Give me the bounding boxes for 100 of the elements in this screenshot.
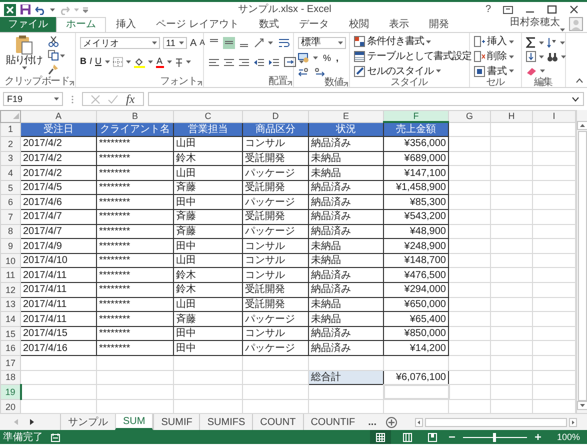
page-break-view-icon[interactable] bbox=[428, 432, 437, 442]
normal-view-icon[interactable] bbox=[376, 432, 385, 442]
caret-icon[interactable] bbox=[268, 41, 273, 45]
table-cell[interactable]: 納品済み bbox=[308, 136, 384, 152]
table-cell[interactable]: 鈴木 bbox=[174, 268, 242, 283]
add-sheet-icon[interactable] bbox=[386, 416, 398, 428]
column-title[interactable]: 受注日 bbox=[20, 122, 96, 137]
column-header[interactable]: B bbox=[96, 110, 174, 122]
zoom-slider-thumb[interactable] bbox=[493, 432, 496, 442]
caret-icon[interactable] bbox=[539, 54, 544, 59]
table-cell[interactable]: ¥850,000 bbox=[384, 326, 448, 341]
column-header[interactable]: D bbox=[242, 110, 308, 122]
scroll-left-icon[interactable] bbox=[415, 418, 424, 426]
table-cell[interactable]: 2017/4/11 bbox=[20, 312, 96, 326]
table-cell[interactable]: 2017/4/7 bbox=[20, 224, 96, 239]
ribbon-tab[interactable]: ページ レイアウト bbox=[146, 17, 249, 32]
row-header[interactable]: 18 bbox=[0, 370, 20, 385]
table-cell[interactable]: パッケージ bbox=[242, 166, 308, 180]
collapse-ribbon-icon[interactable] bbox=[576, 78, 583, 83]
font-size-dropdown[interactable]: 11 bbox=[163, 37, 187, 49]
table-cell[interactable]: 未納品 bbox=[308, 297, 384, 312]
table-cell[interactable]: 納品済み bbox=[308, 180, 384, 195]
caret-icon[interactable] bbox=[186, 60, 191, 64]
caret-icon[interactable] bbox=[426, 40, 431, 44]
ribbon-tab[interactable]: データ bbox=[288, 17, 339, 32]
shrink-font-button[interactable]: A bbox=[200, 38, 206, 48]
decrease-indent-icon[interactable] bbox=[253, 56, 265, 68]
align-center-icon[interactable] bbox=[223, 56, 235, 68]
style-menu-button[interactable]: セルのスタイル bbox=[367, 66, 434, 77]
row-header[interactable]: 19 bbox=[0, 384, 20, 400]
table-cell[interactable]: 2017/4/16 bbox=[20, 340, 96, 356]
table-cell[interactable]: 2017/4/2 bbox=[20, 166, 96, 180]
paste-button[interactable]: 貼り付け bbox=[6, 55, 42, 66]
table-cell[interactable]: ¥14,200 bbox=[384, 340, 448, 356]
borders-icon[interactable] bbox=[112, 57, 123, 67]
cells-menu-button[interactable]: 挿入 bbox=[487, 36, 507, 48]
bold-button[interactable]: B bbox=[80, 55, 86, 69]
zoom-out-icon[interactable] bbox=[448, 434, 455, 440]
orientation-icon[interactable] bbox=[253, 37, 265, 49]
horizontal-scrollbar-thumb[interactable] bbox=[425, 418, 567, 426]
row-header[interactable]: 15 bbox=[0, 326, 20, 341]
caret-icon[interactable] bbox=[148, 60, 153, 64]
zoom-level[interactable]: 100% bbox=[556, 432, 580, 442]
decrease-decimal-icon[interactable] bbox=[313, 66, 325, 76]
sheet-tab[interactable]: SUM bbox=[115, 414, 154, 430]
table-cell[interactable]: ******** bbox=[96, 282, 174, 298]
table-cell[interactable]: 山田 bbox=[174, 253, 242, 268]
more-sheets-button[interactable]: ... bbox=[362, 414, 382, 430]
caret-icon[interactable] bbox=[152, 41, 157, 45]
table-cell[interactable]: 受託開発 bbox=[242, 151, 308, 166]
font-name-dropdown[interactable]: メイリオ bbox=[80, 37, 160, 49]
table-cell[interactable]: ******** bbox=[96, 268, 174, 283]
table-cell[interactable]: パッケージ bbox=[242, 194, 308, 210]
ribbon-tab[interactable]: 開発 bbox=[418, 17, 459, 32]
table-cell[interactable]: 田中 bbox=[174, 340, 242, 356]
italic-button[interactable]: I bbox=[90, 55, 92, 69]
table-cell[interactable]: 納品済み bbox=[308, 194, 384, 210]
close-icon[interactable] bbox=[569, 5, 579, 14]
font-color-button[interactable]: A bbox=[156, 56, 164, 68]
column-header[interactable]: A bbox=[20, 110, 96, 122]
table-cell[interactable]: 2017/4/10 bbox=[20, 253, 96, 268]
dialog-launcher-icon[interactable] bbox=[343, 82, 348, 87]
dialog-launcher-icon[interactable] bbox=[197, 81, 202, 86]
table-cell[interactable]: 未納品 bbox=[308, 253, 384, 268]
table-cell[interactable]: 納品済み bbox=[308, 326, 384, 341]
table-cell[interactable]: 山田 bbox=[174, 166, 242, 180]
row-header[interactable]: 10 bbox=[0, 253, 20, 268]
copy-icon[interactable] bbox=[48, 50, 59, 61]
table-cell[interactable]: ¥248,900 bbox=[384, 238, 448, 254]
table-cell[interactable]: ******** bbox=[96, 194, 174, 210]
increase-indent-icon[interactable] bbox=[268, 56, 280, 68]
table-cell[interactable]: ¥650,000 bbox=[384, 297, 448, 312]
caret-icon[interactable] bbox=[22, 66, 26, 70]
expand-icon[interactable] bbox=[572, 96, 579, 102]
table-cell[interactable]: 山田 bbox=[174, 136, 242, 152]
dialog-launcher-icon[interactable] bbox=[69, 81, 74, 86]
table-cell[interactable]: 斉藤 bbox=[174, 312, 242, 326]
ribbon-tab[interactable]: 挿入 bbox=[106, 17, 146, 32]
table-cell[interactable]: 山田 bbox=[174, 297, 242, 312]
style-menu-button[interactable]: テーブルとして書式設定 bbox=[367, 51, 472, 62]
caret-icon[interactable] bbox=[313, 56, 318, 60]
table-cell[interactable]: 2017/4/5 bbox=[20, 180, 96, 195]
table-cell[interactable]: 2017/4/9 bbox=[20, 238, 96, 254]
ribbon-tab[interactable]: 表示 bbox=[378, 17, 419, 32]
table-cell[interactable]: ******** bbox=[96, 224, 174, 239]
table-cell[interactable]: 鈴木 bbox=[174, 282, 242, 298]
cells-menu-button[interactable]: 削除 bbox=[487, 51, 507, 62]
caret-icon[interactable] bbox=[166, 60, 172, 64]
undo-icon[interactable] bbox=[35, 4, 46, 14]
table-cell[interactable]: 2017/4/11 bbox=[20, 297, 96, 312]
wrap-text-icon[interactable] bbox=[278, 37, 290, 49]
style-menu-button[interactable]: 条件付き書式 bbox=[367, 36, 424, 48]
column-title[interactable]: クライアント名 bbox=[96, 122, 174, 137]
table-cell[interactable]: 2017/4/2 bbox=[20, 136, 96, 152]
underline-button[interactable]: U bbox=[95, 55, 102, 69]
row-header[interactable]: 17 bbox=[0, 356, 20, 370]
scroll-down-icon[interactable] bbox=[577, 401, 587, 410]
row-header[interactable]: 6 bbox=[0, 194, 20, 210]
caret-icon[interactable] bbox=[179, 41, 184, 45]
table-cell[interactable]: ¥85,300 bbox=[384, 194, 448, 210]
